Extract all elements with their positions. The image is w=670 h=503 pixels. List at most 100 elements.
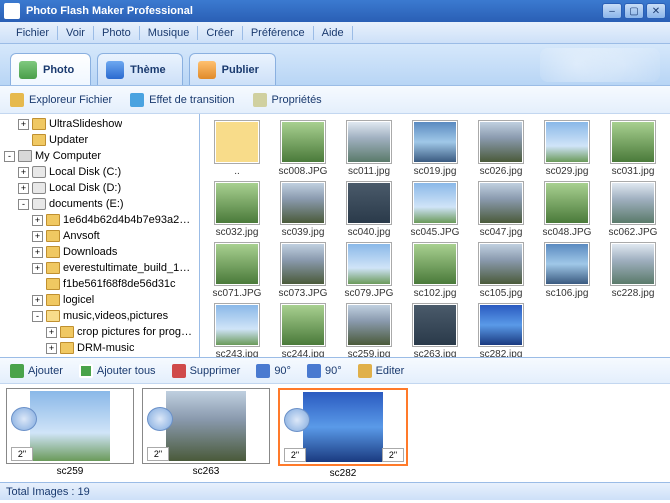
addall-button[interactable]: Ajouter tous — [79, 364, 156, 378]
tree-node[interactable]: +UltraSlideshow — [0, 116, 199, 132]
expand-icon[interactable]: - — [18, 199, 29, 210]
thumbnail[interactable]: sc040.jpg — [338, 181, 400, 238]
thumbnail[interactable]: sc048.JPG — [536, 181, 598, 238]
menu-aide[interactable]: Aide — [314, 27, 352, 39]
expand-icon[interactable]: - — [32, 311, 43, 322]
expand-icon[interactable]: + — [32, 295, 43, 306]
timeline-item[interactable]: 2"2"sc282 — [278, 388, 408, 479]
transition-globe-icon[interactable] — [11, 407, 37, 431]
tab-icon — [198, 61, 216, 79]
tab-publier[interactable]: Publier — [189, 53, 276, 85]
tree-node[interactable]: +DRM-music — [0, 340, 199, 356]
maximize-button[interactable]: ▢ — [624, 3, 644, 19]
tree-node[interactable]: - music,videos,pictures — [0, 308, 199, 324]
thumbnail[interactable]: sc243.jpg — [206, 303, 268, 357]
duration-label[interactable]: 2" — [11, 447, 33, 461]
tree-node[interactable]: +Local Disk (C:) — [0, 164, 199, 180]
tree-node[interactable]: +music — [0, 356, 199, 357]
expand-icon[interactable]: + — [32, 247, 43, 258]
thumbnail[interactable]: sc073.JPG — [272, 242, 334, 299]
thumbnail[interactable]: sc062.JPG — [602, 181, 664, 238]
edit-button[interactable]: Editer — [358, 364, 405, 378]
thumb-name: sc243.jpg — [216, 349, 259, 357]
thumbnail[interactable]: sc045.JPG — [404, 181, 466, 238]
menu-photo[interactable]: Photo — [94, 27, 139, 39]
thumbnail[interactable]: sc031.jpg — [602, 120, 664, 177]
timeline-strip[interactable]: 2"sc2592"sc2632"2"sc282 — [0, 384, 670, 482]
thumbnail[interactable]: .. — [206, 120, 268, 177]
tree-node[interactable]: +crop pictures for program — [0, 324, 199, 340]
transition-globe-icon[interactable] — [147, 407, 173, 431]
thumbnail[interactable]: sc102.jpg — [404, 242, 466, 299]
menu-créer[interactable]: Créer — [198, 27, 242, 39]
expand-icon[interactable]: - — [4, 151, 15, 162]
transition-button[interactable]: Effet de transition — [130, 93, 234, 107]
thumbnail[interactable]: sc019.jpg — [404, 120, 466, 177]
thumbnail[interactable]: sc259.jpg — [338, 303, 400, 357]
tree-node[interactable]: +Anvsoft — [0, 228, 199, 244]
thumb-name: sc040.jpg — [348, 227, 391, 238]
thumbnail[interactable]: sc047.jpg — [470, 181, 532, 238]
tree-node[interactable]: +Local Disk (D:) — [0, 180, 199, 196]
expand-icon[interactable]: + — [46, 327, 57, 338]
comp-icon — [18, 150, 32, 162]
transition-globe-icon[interactable] — [284, 408, 310, 432]
add-button[interactable]: Ajouter — [10, 364, 63, 378]
window-title: Photo Flash Maker Professional — [26, 5, 602, 17]
main-tabs: PhotoThèmePublier — [0, 44, 670, 86]
timeline-item[interactable]: 2"sc259 — [6, 388, 134, 477]
tree-label: music,videos,pictures — [63, 310, 168, 322]
tree-node[interactable]: +Downloads — [0, 244, 199, 260]
thumbnail[interactable]: sc029.jpg — [536, 120, 598, 177]
minimize-button[interactable]: – — [602, 3, 622, 19]
thumbnail[interactable]: sc026.jpg — [470, 120, 532, 177]
thumbnail[interactable]: sc228.jpg — [602, 242, 664, 299]
thumbnail[interactable]: sc282.jpg — [470, 303, 532, 357]
delete-button[interactable]: Supprimer — [172, 364, 241, 378]
thumbnail[interactable]: sc071.JPG — [206, 242, 268, 299]
folder-tree[interactable]: +UltraSlideshowUpdater - My Computer +Local… — [0, 114, 200, 357]
tree-node[interactable]: Updater — [0, 132, 199, 148]
expand-icon[interactable]: + — [32, 215, 43, 226]
close-button[interactable]: ✕ — [646, 3, 666, 19]
expand-icon[interactable]: + — [18, 119, 29, 130]
duration-label[interactable]: 2" — [147, 447, 169, 461]
tree-node[interactable]: +logicel — [0, 292, 199, 308]
thumbnail[interactable]: sc011.jpg — [338, 120, 400, 177]
thumbnails-pane[interactable]: ..sc008.JPGsc011.jpgsc019.jpgsc026.jpgsc… — [200, 114, 670, 357]
thumbnail[interactable]: sc263.jpg — [404, 303, 466, 357]
tab-thème[interactable]: Thème — [97, 53, 182, 85]
expand-icon[interactable]: + — [32, 231, 43, 242]
thumbnail[interactable]: sc079.JPG — [338, 242, 400, 299]
tab-photo[interactable]: Photo — [10, 53, 91, 85]
expand-icon[interactable]: + — [46, 343, 57, 354]
menu-voir[interactable]: Voir — [58, 27, 93, 39]
thumbnail[interactable]: sc039.jpg — [272, 181, 334, 238]
menu-musique[interactable]: Musique — [140, 27, 198, 39]
tree-label: My Computer — [35, 150, 101, 162]
duration-label[interactable]: 2" — [284, 448, 306, 462]
tree-node[interactable]: -documents (E:) — [0, 196, 199, 212]
menu-fichier[interactable]: Fichier — [8, 27, 57, 39]
tree-node[interactable]: - My Computer — [0, 148, 199, 164]
thumbnail[interactable]: sc106.jpg — [536, 242, 598, 299]
tree-node[interactable]: +everestultimate_build_1996 — [0, 260, 199, 276]
properties-button[interactable]: Propriétés — [253, 93, 322, 107]
tree-node[interactable]: f1be561f68f8de56d31c — [0, 276, 199, 292]
thumb-name: sc047.jpg — [480, 227, 523, 238]
thumbnail[interactable]: sc105.jpg — [470, 242, 532, 299]
thumbnail[interactable]: sc032.jpg — [206, 181, 268, 238]
thumbnail[interactable]: sc244.jpg — [272, 303, 334, 357]
timeline-item[interactable]: 2"sc263 — [142, 388, 270, 477]
rotate-ccw-button[interactable]: 90° — [256, 364, 291, 378]
tree-node[interactable]: +1e6d4b62d4b4b7e93a28e26 — [0, 212, 199, 228]
explorer-button[interactable]: Exploreur Fichier — [10, 93, 112, 107]
expand-icon[interactable]: + — [18, 183, 29, 194]
rotate-cw-button[interactable]: 90° — [307, 364, 342, 378]
duration-label-2[interactable]: 2" — [382, 448, 404, 462]
expand-icon[interactable]: + — [18, 167, 29, 178]
menu-préférence[interactable]: Préférence — [243, 27, 313, 39]
thumb-name: sc048.JPG — [543, 227, 592, 238]
expand-icon[interactable]: + — [32, 263, 43, 274]
thumbnail[interactable]: sc008.JPG — [272, 120, 334, 177]
